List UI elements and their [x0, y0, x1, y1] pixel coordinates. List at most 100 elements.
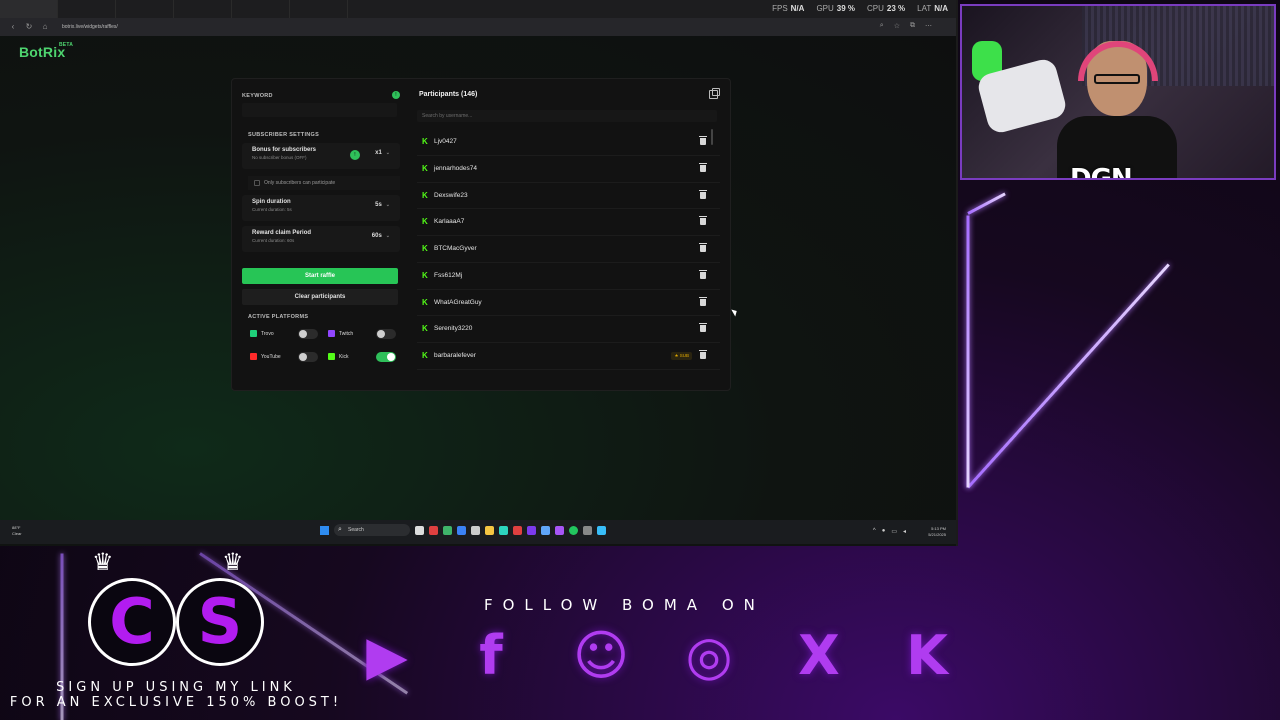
dgn-logo: DGN: [1070, 164, 1133, 180]
browser-tab[interactable]: [116, 0, 174, 18]
browser-actions: ⌕ ☆ ⧉ ⋯: [880, 22, 932, 30]
app-icon[interactable]: [597, 525, 606, 535]
spin-subtitle: Current duration: 5s: [252, 207, 292, 212]
kick-icon: K: [422, 297, 428, 307]
instagram-icon: ◎: [685, 624, 733, 687]
app-icon[interactable]: [499, 525, 508, 535]
app-icon[interactable]: [555, 525, 564, 535]
only-subs-checkbox[interactable]: [254, 180, 260, 186]
taskbar-search[interactable]: Search: [334, 524, 410, 536]
webcam-feed: DGN: [960, 4, 1276, 180]
app-icon[interactable]: [541, 525, 550, 535]
menu-icon[interactable]: ⋯: [925, 22, 932, 30]
trash-icon[interactable]: [699, 350, 707, 359]
reload-icon[interactable]: ↻: [24, 22, 34, 32]
kick-icon: K: [422, 324, 428, 334]
task-view-icon[interactable]: [415, 525, 424, 535]
clock[interactable]: 5:13 PM 5/21/2025: [928, 526, 946, 538]
signup-text-line1: SIGN UP USING MY LINK: [56, 680, 296, 695]
trash-icon[interactable]: [699, 162, 707, 172]
screen-capture: FPS N/A GPU 39 % CPU 23 % LAT N/A ‹ ↻ ⌂ botr…: [0, 0, 958, 546]
folder-icon[interactable]: [485, 525, 494, 535]
system-tray: ^ ● ▭ ◂: [873, 528, 906, 535]
trash-icon[interactable]: [699, 323, 707, 333]
app-icon[interactable]: [443, 525, 452, 535]
zoom-icon[interactable]: ⌕: [880, 22, 884, 30]
cs-logo-c: C: [88, 578, 176, 666]
url-text[interactable]: botrix.live/widgets/raffles/: [62, 24, 118, 30]
chevron-up-icon[interactable]: ^: [873, 528, 876, 535]
start-raffle-button[interactable]: Start raffle: [242, 268, 398, 284]
participant-row: K Fss612Mj: [417, 263, 720, 290]
browser-tab[interactable]: [290, 0, 348, 18]
signup-text-line2: FOR AN EXCLUSIVE 150% BOOST!: [9, 695, 343, 710]
platform-twitch: Twitch: [328, 327, 396, 341]
bonus-info-icon[interactable]: !: [350, 150, 360, 160]
claim-period-setting: Reward claim Period Current duration: 60…: [242, 226, 400, 252]
spotify-icon[interactable]: [569, 525, 578, 535]
neon-line: [966, 263, 1170, 489]
windows-start-icon[interactable]: [320, 525, 329, 535]
active-platforms-label: ACTIVE PLATFORMS: [248, 314, 309, 320]
participant-search-input[interactable]: [417, 110, 717, 122]
weather-widget[interactable]: 88°F Clear: [12, 525, 22, 537]
participant-row: K barbaralefever ★ SUB: [417, 343, 720, 370]
clear-participants-button[interactable]: Clear participants: [242, 289, 398, 305]
trash-icon[interactable]: [699, 216, 707, 226]
participants-panel: Participants (146) K Ljv0427 K jennarhod…: [417, 87, 720, 387]
kick-icon: K: [422, 270, 428, 280]
info-icon[interactable]: !: [392, 91, 400, 99]
home-icon[interactable]: ⌂: [40, 22, 50, 32]
spin-select[interactable]: 5s ⌄: [375, 202, 390, 208]
volume-icon[interactable]: ◂: [903, 528, 906, 535]
trash-icon[interactable]: [699, 269, 707, 279]
discord-icon: ☺: [572, 624, 630, 687]
app-icon[interactable]: [429, 525, 438, 535]
trash-icon[interactable]: [699, 296, 707, 306]
app-icon[interactable]: [583, 525, 592, 535]
browser-tab[interactable]: [0, 0, 58, 18]
participant-name: jennarhodes74: [434, 164, 478, 172]
app-icon[interactable]: [471, 525, 480, 535]
participant-name: barbaralefever: [434, 352, 476, 359]
twitch-toggle[interactable]: [376, 329, 396, 339]
trash-icon[interactable]: [699, 243, 707, 252]
trash-icon[interactable]: [699, 136, 707, 145]
copy-icon[interactable]: [709, 88, 720, 99]
participant-name: Dexswife23: [434, 191, 468, 199]
participant-name: BTCMacGyver: [434, 245, 477, 252]
keyword-input[interactable]: [242, 103, 397, 117]
browser-tab[interactable]: [232, 0, 290, 18]
claim-select[interactable]: 60s ⌄: [372, 233, 390, 239]
trovo-toggle[interactable]: [298, 329, 318, 339]
raffle-panel: KEYWORD ! SUBSCRIBER SETTINGS Bonus for …: [231, 78, 731, 391]
extensions-icon[interactable]: ⧉: [910, 22, 915, 30]
youtube-toggle[interactable]: [298, 352, 318, 362]
kick-icon: K: [422, 217, 428, 227]
mic-icon[interactable]: ●: [882, 528, 886, 535]
app-icon[interactable]: [513, 525, 522, 535]
neon-line: [967, 192, 1006, 215]
botrix-logo[interactable]: BotRix BETA: [19, 42, 73, 60]
kick-icon: K: [422, 137, 428, 146]
star-icon[interactable]: ☆: [894, 22, 900, 30]
kick-icon: K: [422, 351, 428, 360]
kick-icon: K: [422, 244, 428, 253]
edge-icon[interactable]: [457, 525, 466, 535]
participant-row: K BTCMacGyver: [417, 236, 720, 263]
back-icon[interactable]: ‹: [8, 22, 18, 32]
participant-row: K KarlaaaA7: [417, 209, 720, 236]
chevron-down-icon: ⌄: [385, 202, 390, 208]
kick-toggle[interactable]: [376, 352, 396, 362]
participants-title: Participants (146): [419, 91, 478, 98]
browser-tab[interactable]: [174, 0, 232, 18]
app-icon[interactable]: [527, 525, 536, 535]
only-subs-row[interactable]: Only subscribers can participate: [248, 176, 400, 190]
trash-icon[interactable]: [699, 189, 707, 199]
network-icon[interactable]: ▭: [891, 528, 897, 535]
participant-scrollbar[interactable]: [711, 129, 713, 145]
browser-tab[interactable]: [58, 0, 116, 18]
participant-row: K Serenity3220: [417, 316, 720, 343]
claim-subtitle: Current duration: 60s: [252, 238, 295, 243]
bonus-select[interactable]: x1 ⌄: [375, 150, 390, 156]
